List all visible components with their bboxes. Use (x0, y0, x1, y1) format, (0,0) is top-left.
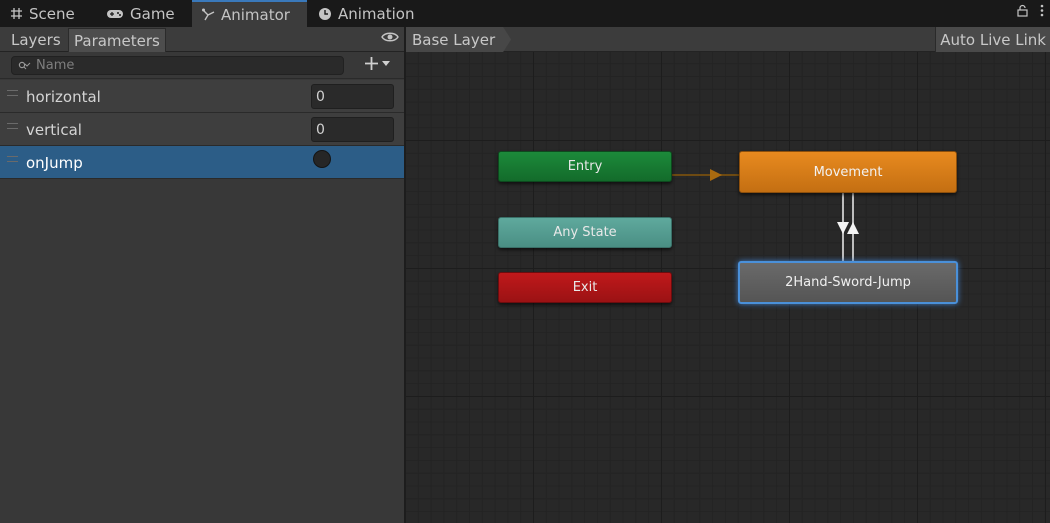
tab-scene[interactable]: Scene (0, 0, 85, 27)
graph-toolbar: Base Layer Auto Live Link (406, 27, 1050, 52)
state-label: 2Hand-Sword-Jump (785, 275, 911, 290)
lock-icon[interactable] (1017, 4, 1028, 17)
tab-game[interactable]: Game (96, 0, 185, 27)
state-label: Movement (813, 164, 883, 180)
gamepad-icon (107, 9, 123, 18)
trigger-toggle[interactable] (313, 150, 331, 168)
more-options-icon[interactable] (1040, 4, 1044, 17)
state-label: Entry (567, 159, 603, 174)
auto-live-link-label: Auto Live Link (940, 30, 1046, 49)
parameter-float-field[interactable] (311, 117, 394, 142)
search-row (0, 52, 404, 79)
state-label: Any State (553, 225, 617, 240)
tab-parameters[interactable]: Parameters (68, 28, 166, 52)
tab-scene-label: Scene (29, 4, 75, 23)
parameter-name[interactable]: vertical (26, 121, 82, 139)
state-movement[interactable]: Movement (739, 151, 957, 193)
grid-icon (11, 8, 22, 19)
parameter-float-field[interactable] (311, 84, 394, 109)
panel-header: Layers Parameters (0, 27, 404, 52)
arrow-right-icon (710, 169, 722, 181)
chevron-down-icon (382, 61, 390, 66)
tab-animation[interactable]: Animation (308, 0, 424, 27)
auto-live-link-button[interactable]: Auto Live Link (935, 27, 1050, 52)
eye-icon[interactable] (381, 31, 399, 43)
parameter-row-horizontal[interactable]: horizontal (0, 80, 404, 113)
parameter-name[interactable]: horizontal (26, 88, 101, 106)
breadcrumb-base-layer[interactable]: Base Layer (406, 27, 511, 52)
breadcrumb-label: Base Layer (412, 30, 496, 49)
drag-handle-icon[interactable] (7, 156, 18, 162)
drag-handle-icon[interactable] (7, 123, 18, 129)
parameter-row-onjump[interactable]: onJump (0, 146, 404, 179)
search-icon (18, 61, 31, 69)
parameter-row-vertical[interactable]: vertical (0, 113, 404, 146)
tab-game-label: Game (130, 4, 175, 23)
tab-tools (1017, 4, 1044, 17)
arrow-down-icon (837, 222, 849, 234)
state-2hand-sword-jump[interactable]: 2Hand-Sword-Jump (738, 261, 958, 304)
state-machine-graph[interactable]: Entry Any State Exit Movement 2Hand-Swor… (406, 27, 1050, 523)
clock-icon (319, 7, 331, 20)
tab-animation-label: Animation (338, 4, 415, 23)
search-input[interactable] (36, 58, 316, 73)
plus-icon (365, 57, 378, 70)
state-any-state[interactable]: Any State (498, 217, 672, 248)
tab-animator[interactable]: Animator (192, 0, 307, 27)
parameter-list: horizontal vertical onJump (0, 80, 404, 179)
parameters-panel: Layers Parameters horizontal vertical on… (0, 27, 404, 523)
tab-layers-label: Layers (11, 31, 61, 49)
state-exit[interactable]: Exit (498, 272, 672, 303)
tab-parameters-label: Parameters (74, 31, 160, 50)
tab-animator-label: Animator (221, 5, 290, 24)
drag-handle-icon[interactable] (7, 90, 18, 96)
window-tab-bar: Scene Game Animator Animation (0, 0, 1050, 27)
animator-icon (202, 8, 215, 21)
search-box[interactable] (11, 56, 344, 75)
state-entry[interactable]: Entry (498, 151, 672, 182)
tab-layers[interactable]: Layers (6, 28, 66, 52)
state-label: Exit (572, 280, 598, 295)
add-parameter-button[interactable] (364, 56, 390, 71)
arrow-up-icon (847, 222, 859, 234)
parameter-name[interactable]: onJump (26, 154, 83, 172)
